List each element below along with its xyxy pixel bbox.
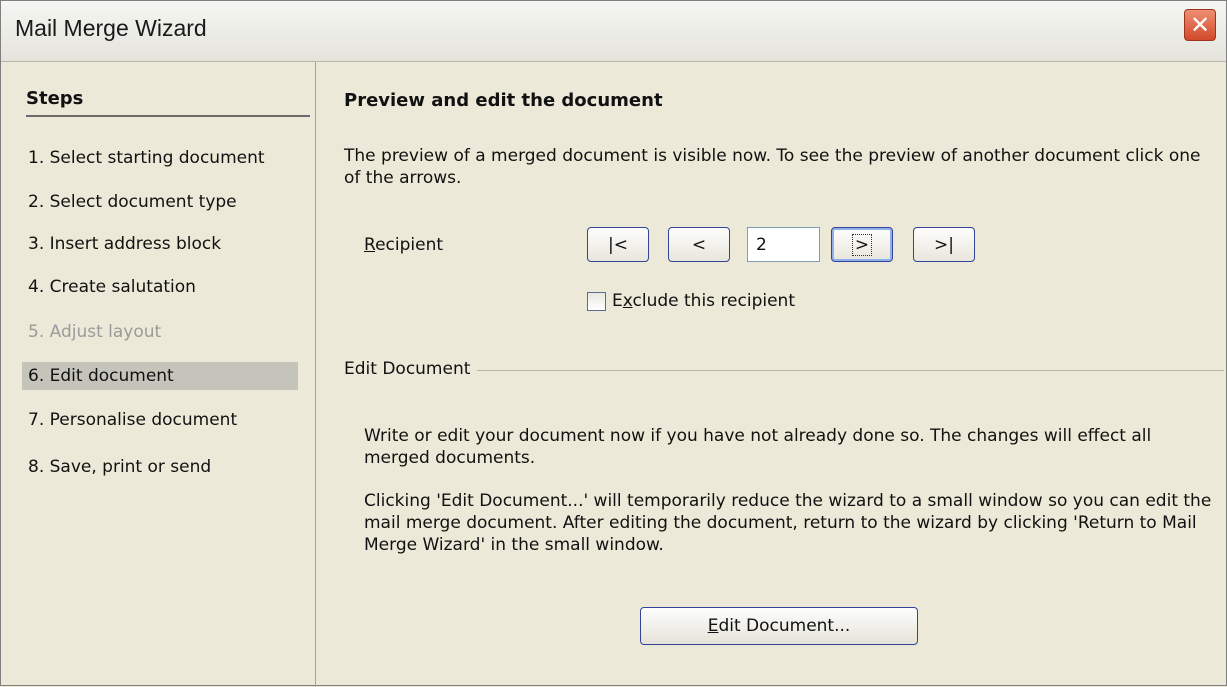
close-icon[interactable]: ✕ xyxy=(1184,9,1216,41)
edit-explanation-paragraph: Clicking 'Edit Document...' will tempora… xyxy=(364,491,1212,555)
mail-merge-wizard-window: Mail Merge Wizard ✕ Steps 1. Select star… xyxy=(0,0,1227,687)
edit-document-group-label: Edit Document xyxy=(344,359,471,379)
last-recipient-button-label: >| xyxy=(934,234,954,255)
step-insert-address-block[interactable]: 3. Insert address block xyxy=(22,230,298,258)
exclude-recipient-label[interactable]: Exclude this recipient xyxy=(612,291,795,311)
exclude-label-mnemonic: x xyxy=(622,291,633,311)
recipient-label-rest: ecipient xyxy=(375,235,444,255)
title-bar: Mail Merge Wizard ✕ xyxy=(1,1,1226,62)
step-select-document-type[interactable]: 2. Select document type xyxy=(22,188,298,216)
previous-recipient-button[interactable]: < xyxy=(668,227,730,262)
exclude-label-post: clude this recipient xyxy=(632,291,795,311)
previous-recipient-button-label: < xyxy=(691,234,707,255)
exclude-recipient-checkbox[interactable] xyxy=(587,292,606,311)
recipient-mnemonic: R xyxy=(364,235,376,255)
steps-heading: Steps xyxy=(26,88,310,117)
last-recipient-button[interactable]: >| xyxy=(913,227,975,262)
window-title: Mail Merge Wizard xyxy=(15,15,207,41)
step-save-print-or-send[interactable]: 8. Save, print or send xyxy=(22,453,298,481)
wizard-content: Preview and edit the document The previe… xyxy=(317,62,1226,687)
step-select-starting-document[interactable]: 1. Select starting document xyxy=(22,144,298,172)
next-recipient-button[interactable]: > xyxy=(831,227,893,262)
group-divider xyxy=(477,370,1224,371)
step-personalise-document[interactable]: 7. Personalise document xyxy=(22,406,298,434)
first-recipient-button-label: |< xyxy=(608,234,628,255)
step-create-salutation[interactable]: 4. Create salutation xyxy=(22,273,298,301)
preview-description: The preview of a merged document is visi… xyxy=(344,146,1201,188)
edit-instructions-paragraph: Write or edit your document now if you h… xyxy=(364,426,1152,468)
edit-button-label-rest: dit Document... xyxy=(718,616,851,636)
step-edit-document[interactable]: 6. Edit document xyxy=(22,362,298,390)
page-heading: Preview and edit the document xyxy=(344,90,663,111)
edit-button-mnemonic: E xyxy=(707,616,719,636)
step-adjust-layout: 5. Adjust layout xyxy=(28,322,162,342)
next-recipient-button-label: > xyxy=(851,233,873,256)
edit-document-button[interactable]: Edit Document... xyxy=(640,607,918,645)
first-recipient-button[interactable]: |< xyxy=(587,227,649,262)
exclude-label-pre: E xyxy=(612,291,623,311)
recipient-label: Recipient xyxy=(364,235,443,255)
steps-sidebar: Steps 1. Select starting document 2. Sel… xyxy=(1,62,316,687)
recipient-number-input[interactable] xyxy=(747,227,820,262)
